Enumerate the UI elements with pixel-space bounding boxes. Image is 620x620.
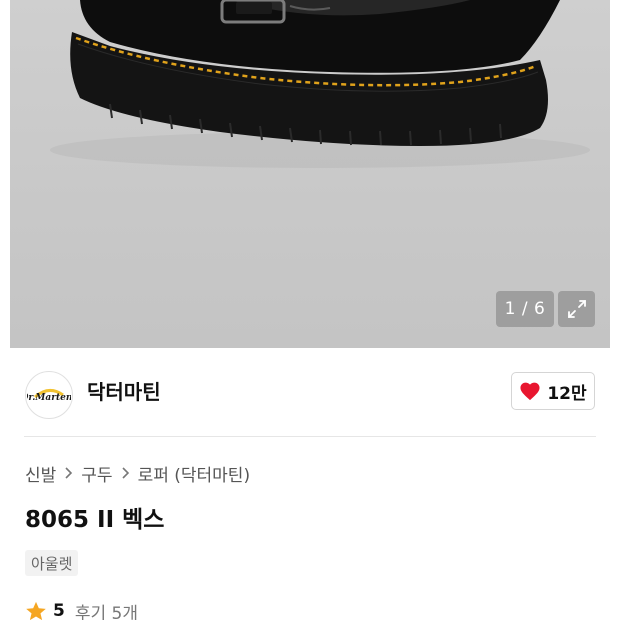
like-button[interactable]: 12만 bbox=[511, 372, 595, 410]
chevron-right-icon bbox=[64, 466, 73, 480]
expand-button[interactable] bbox=[558, 291, 595, 327]
image-counter: 1 / 6 bbox=[496, 291, 554, 327]
gallery-edge-right bbox=[610, 0, 620, 348]
section-divider bbox=[24, 436, 596, 437]
gallery-edge-left bbox=[0, 0, 10, 348]
product-image-gallery[interactable]: 1 / 6 bbox=[0, 0, 620, 348]
brand-logo-mark: Dr.Martens bbox=[27, 389, 71, 403]
rating-score: 5 bbox=[53, 601, 65, 620]
brand-name[interactable]: 닥터마틴 bbox=[87, 378, 161, 406]
breadcrumb-item-loafers[interactable]: 로퍼 (닥터마틴) bbox=[138, 461, 251, 486]
star-icon bbox=[26, 601, 46, 620]
brand-row: Dr.Martens 닥터마틴 12만 bbox=[0, 348, 620, 436]
product-title: 8065 II 벡스 bbox=[25, 507, 165, 533]
chevron-right-icon bbox=[121, 466, 130, 480]
heart-icon bbox=[520, 382, 540, 401]
like-count: 12만 bbox=[547, 383, 587, 404]
review-count[interactable]: 후기 5개 bbox=[75, 599, 138, 620]
brand-logo[interactable]: Dr.Martens bbox=[25, 371, 73, 419]
brand-logo-text: Dr.Martens bbox=[27, 393, 71, 403]
expand-icon bbox=[567, 300, 586, 318]
breadcrumb-item-dress-shoes[interactable]: 구두 bbox=[81, 461, 112, 486]
rating-row[interactable]: 5 후기 5개 bbox=[25, 599, 138, 620]
breadcrumb: 신발 구두 로퍼 (닥터마틴) bbox=[25, 461, 251, 486]
breadcrumb-item-shoes[interactable]: 신발 bbox=[25, 461, 56, 486]
outlet-badge: 아울렛 bbox=[25, 550, 79, 576]
